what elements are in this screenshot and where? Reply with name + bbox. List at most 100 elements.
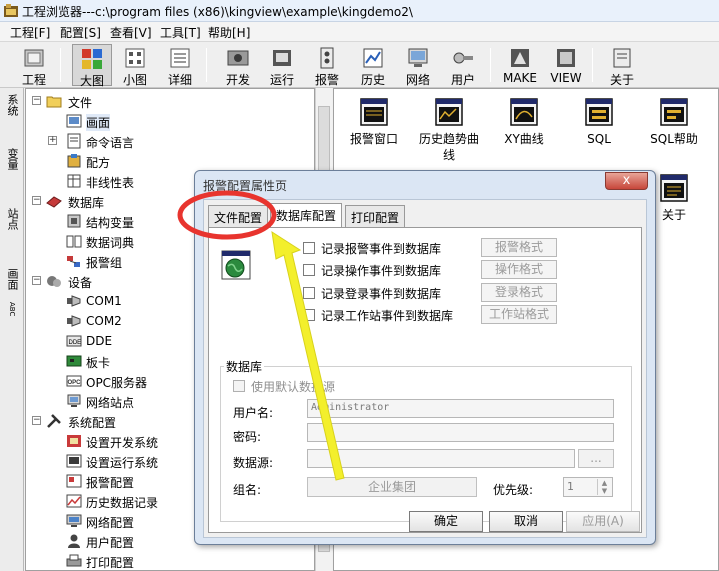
content-item-sql-help[interactable]: SQL帮助 [642,97,706,147]
dialog-close-button[interactable]: x [605,172,648,190]
menu-project[interactable]: 工程[F] [10,24,50,41]
side-tab-abc[interactable]: ABC [2,302,22,319]
spinner-arrows-icon[interactable]: ▲ ▼ [597,479,611,495]
cancel-button[interactable]: 取消 [489,511,563,532]
toolbar-small-icons-label: 小图 [122,73,147,87]
dialog-body: 文件配置 数据库配置 打印配置 记录报警事件到数据库 报警格式 记录操作事件到数… [203,199,647,538]
toolbar-network-button[interactable]: 网络 [398,44,438,87]
priority-label: 优先级: [493,483,534,497]
username-value: Administrator [311,402,390,413]
side-tab-system[interactable]: 系统 [2,94,22,119]
password-field[interactable] [307,423,614,442]
login-format-button[interactable]: 登录格式 [481,283,557,302]
apply-button[interactable]: 应用(A) [566,511,640,532]
toolbar-history-button[interactable]: 历史 [353,44,393,87]
tab-database-config[interactable]: 数据库配置 [270,203,343,228]
toolbar-run-button[interactable]: 运行 [262,44,302,87]
user-icon [453,52,473,64]
content-item-xy-curve[interactable]: XY曲线 [492,97,556,147]
history-record-icon [66,494,82,508]
toolbar-separator [206,48,207,82]
side-tab-screens[interactable]: 画面 [2,268,22,293]
menu-tools[interactable]: 工具[T] [160,24,201,41]
ok-button[interactable]: 确定 [409,511,483,532]
command-icon [67,133,81,149]
username-field[interactable]: Administrator [307,399,614,418]
toolbar-project-button[interactable]: 工程 [14,44,54,87]
alarm-group-icon [67,256,80,267]
view-icon [557,49,575,67]
sql-icon [585,98,613,126]
content-item-history-trend[interactable]: 历史趋势曲线 [417,97,481,163]
button-label: 工作站格式 [488,307,549,321]
menu-config[interactable]: 配置[S] [60,24,101,41]
use-default-label: 使用默认数据源 [251,380,336,394]
content-label: SQL [587,132,611,146]
content-item-alarm-window[interactable]: 报警窗口 [342,97,406,147]
collapse-icon[interactable]: − [32,416,41,425]
toolbar-details-button[interactable]: 详细 [160,44,200,87]
toolbar-large-icons-button[interactable]: 大图 [72,44,112,88]
station-format-button[interactable]: 工作站格式 [481,305,557,324]
record-operation-checkbox[interactable] [303,264,315,276]
datasource-browse-button[interactable]: ... [578,449,614,468]
record-alarm-checkbox[interactable] [303,242,315,254]
menu-view[interactable]: 查看[V] [110,24,152,41]
toolbar-user-label: 用户 [450,73,475,87]
operation-format-button[interactable]: 操作格式 [481,260,557,279]
database-group-title: 数据库 [224,358,265,375]
toolbar-view-button[interactable]: VIEW [546,44,586,86]
content-item-sql[interactable]: SQL [567,97,631,147]
record-login-checkbox[interactable] [303,287,315,299]
menu-bar: 工程[F] 配置[S] 查看[V] 工具[T] 帮助[H] [0,22,719,42]
toolbar-alarm-button[interactable]: 报警 [307,44,347,87]
toolbar-project-label: 工程 [21,73,46,87]
side-tab-variables[interactable]: 变量 [2,148,22,173]
password-label: 密码: [233,430,262,444]
tree-label: 非线性表 [86,176,135,190]
record-alarm-label: 记录报警事件到数据库 [321,242,442,256]
button-label: 登录格式 [494,285,543,299]
groupname-field[interactable]: 企业集团 [307,477,477,497]
groupname-value: 企业集团 [367,480,416,494]
record-station-checkbox[interactable] [303,309,315,321]
toolbar-develop-button[interactable]: 开发 [218,44,258,87]
use-default-checkbox[interactable] [233,380,245,392]
tab-file-config[interactable]: 文件配置 [208,205,269,227]
expand-icon[interactable]: + [48,136,57,145]
tree-label: OPC服务器 [86,376,148,390]
struct-icon [67,214,81,228]
tree-label: 系统配置 [68,416,117,430]
collapse-icon[interactable]: − [32,276,41,285]
tree-label: 设备 [68,276,93,290]
tree-label: 画面 [86,114,111,131]
toolbar-small-icons-button[interactable]: 小图 [115,44,155,87]
database-globe-icon [221,250,251,280]
close-icon: x [622,173,631,188]
devices-icon [47,276,61,287]
collapse-icon[interactable]: − [32,196,41,205]
printer-icon [66,554,82,567]
toolbar-make-button[interactable]: MAKE [500,44,540,86]
side-tab-abc-label: ABC [8,302,16,317]
toolbar-about-button[interactable]: 关于 [602,44,642,87]
username-label: 用户名: [233,406,274,420]
port-icon [67,295,81,307]
collapse-icon[interactable]: − [32,96,41,105]
content-label: 历史趋势曲线 [418,132,479,162]
tab-print-config[interactable]: 打印配置 [345,205,406,227]
button-label: 应用(A) [582,514,624,528]
side-tab-strip: 系统 变量 站点 画面 ABC [0,88,24,571]
toolbar-develop-label: 开发 [225,73,250,87]
app-icon [4,4,18,17]
database-config-page: 记录报警事件到数据库 报警格式 记录操作事件到数据库 操作格式 记录登录事件到数… [208,227,642,533]
menu-help[interactable]: 帮助[H] [208,24,250,41]
toolbar-user-button[interactable]: 用户 [443,44,483,87]
about-content-icon [660,174,688,202]
datasource-field[interactable] [307,449,575,468]
record-operation-label: 记录操作事件到数据库 [321,264,442,278]
priority-spinner[interactable]: 1 ▲ ▼ [563,477,613,497]
alarm-format-button[interactable]: 报警格式 [481,238,557,257]
side-tab-stations[interactable]: 站点 [2,208,22,233]
alarm-icon [320,47,334,69]
